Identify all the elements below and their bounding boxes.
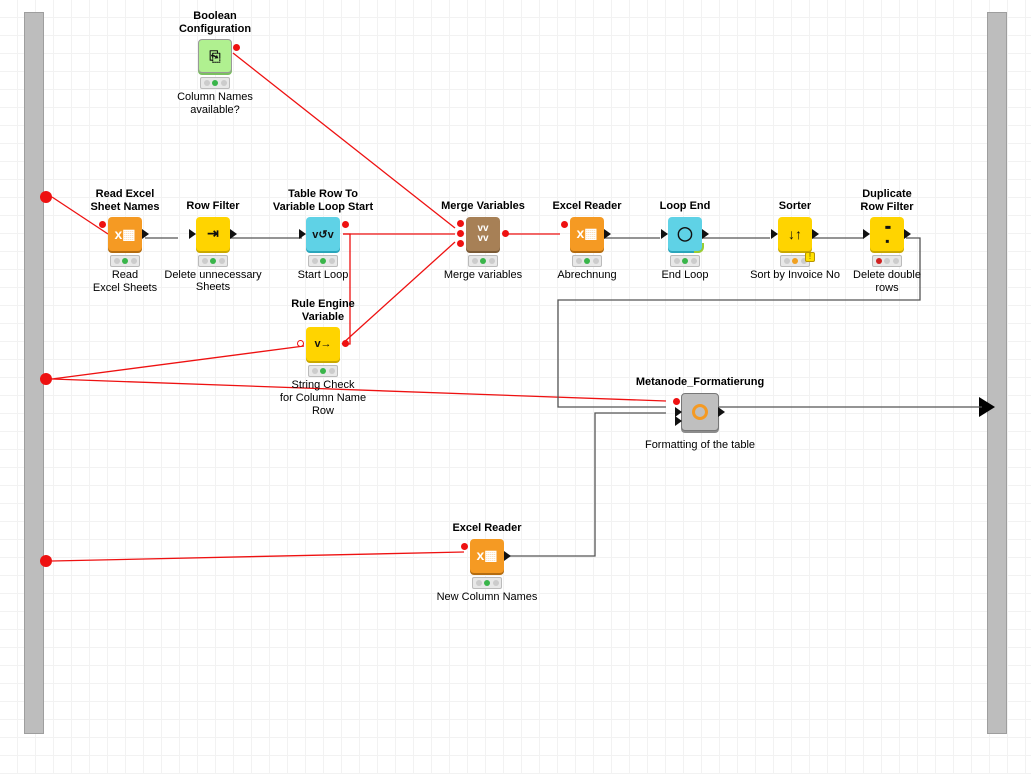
node-caption: Abrechnung xyxy=(557,269,616,282)
node-title: Table Row To Variable Loop Start xyxy=(273,188,373,213)
node-caption: Column Names available? xyxy=(177,91,253,116)
node-status xyxy=(872,255,902,267)
node-status xyxy=(110,255,140,267)
node-status xyxy=(472,577,502,589)
node-caption: Read Excel Sheets xyxy=(93,269,157,294)
node-caption: Merge variables xyxy=(444,269,522,282)
workflow-in-port-2[interactable] xyxy=(40,373,52,385)
node-title: Read Excel Sheet Names xyxy=(90,188,159,213)
node-merge-variables[interactable]: Merge Variables vvvv Merge variables xyxy=(428,200,538,281)
metanode-icon xyxy=(692,404,708,420)
warning-icon: ! xyxy=(805,252,815,262)
node-status xyxy=(198,255,228,267)
node-status xyxy=(308,365,338,377)
node-duplicate-row-filter[interactable]: Duplicate Row Filter ▪▪▪ Delete double r… xyxy=(832,188,942,295)
dedup-icon: ▪▪▪ xyxy=(885,220,890,248)
node-status xyxy=(468,255,498,267)
node-body[interactable]: ▪▪▪ xyxy=(870,217,904,251)
node-rule-engine-variable[interactable]: Rule Engine Variable v→ String Check for… xyxy=(268,298,378,417)
node-title: Metanode_Formatierung xyxy=(636,376,764,389)
node-caption: Start Loop xyxy=(298,269,349,282)
node-body[interactable]: ⇥ xyxy=(196,217,230,251)
workflow-in-port-3[interactable] xyxy=(40,555,52,567)
workflow-canvas[interactable]: .red { stroke:#e11; stroke-width:1.3; fi… xyxy=(0,0,1031,774)
node-body[interactable] xyxy=(681,393,719,431)
node-loop-end[interactable]: Loop End ◯ End Loop xyxy=(630,200,740,281)
node-title: Rule Engine Variable xyxy=(291,298,355,323)
sort-icon: ↓↑ xyxy=(788,226,802,242)
node-excel-reader-abrechnung[interactable]: Excel Reader x▦ Abrechnung xyxy=(532,200,642,281)
node-body[interactable]: v→ xyxy=(306,327,340,361)
node-caption: End Loop xyxy=(661,269,708,282)
node-status xyxy=(200,77,230,89)
loop-end-icon: ◯ xyxy=(677,225,693,242)
workflow-output-bar xyxy=(987,12,1007,734)
node-caption: New Column Names xyxy=(437,591,538,604)
excel-icon: x▦ xyxy=(114,226,135,243)
node-title: Excel Reader xyxy=(552,200,621,213)
node-title: Sorter xyxy=(779,200,811,213)
node-excel-reader-columns[interactable]: Excel Reader x▦ New Column Names xyxy=(432,522,542,603)
node-body[interactable]: ↓↑ xyxy=(778,217,812,251)
node-caption: Formatting of the table xyxy=(645,439,755,452)
node-caption: Delete unnecessary Sheets xyxy=(164,269,261,294)
node-row-filter[interactable]: Row Filter ⇥ Delete unnecessary Sheets xyxy=(158,200,268,294)
node-loop-start[interactable]: Table Row To Variable Loop Start v↺v Sta… xyxy=(268,188,378,282)
node-boolean-configuration[interactable]: Boolean Configuration ⎘ Column Names ava… xyxy=(160,10,270,117)
node-status xyxy=(308,255,338,267)
node-title: Duplicate Row Filter xyxy=(860,188,913,213)
node-status xyxy=(572,255,602,267)
node-body[interactable]: vvvv xyxy=(466,217,500,251)
loop-start-icon: v↺v xyxy=(312,228,333,241)
node-body[interactable]: v↺v xyxy=(306,217,340,251)
node-title: Boolean Configuration xyxy=(179,10,251,35)
boolean-icon: ⎘ xyxy=(209,48,220,65)
rule-icon: v→ xyxy=(314,338,331,350)
node-status: ! xyxy=(780,255,810,267)
node-caption: String Check for Column Name Row xyxy=(268,379,378,417)
node-caption: Sort by Invoice No xyxy=(750,269,840,282)
workflow-out-port[interactable] xyxy=(979,397,995,417)
node-body[interactable]: x▦ xyxy=(108,217,142,251)
merge-icon: vvvv xyxy=(477,224,488,244)
node-status xyxy=(670,255,700,267)
excel-icon: x▦ xyxy=(476,547,497,564)
node-body[interactable]: x▦ xyxy=(570,217,604,251)
node-title: Row Filter xyxy=(186,200,239,213)
node-body[interactable]: ⎘ xyxy=(198,39,232,73)
loop-return-icon xyxy=(694,243,704,253)
workflow-in-port-1[interactable] xyxy=(40,191,52,203)
filter-icon: ⇥ xyxy=(207,225,219,242)
workflow-input-bar xyxy=(24,12,44,734)
node-title: Merge Variables xyxy=(441,200,525,213)
node-metanode-formatierung[interactable]: Metanode_Formatierung Formatting of the … xyxy=(620,376,780,451)
node-caption: Delete double rows xyxy=(853,269,921,294)
node-title: Excel Reader xyxy=(452,522,521,535)
node-title: Loop End xyxy=(660,200,711,213)
node-body[interactable]: x▦ xyxy=(470,539,504,573)
excel-icon: x▦ xyxy=(576,225,597,242)
node-body[interactable]: ◯ xyxy=(668,217,702,251)
